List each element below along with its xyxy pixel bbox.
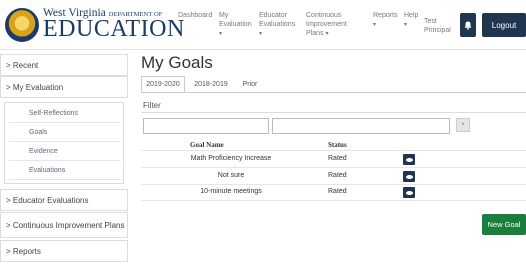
sidebar: > Recent > My Evaluation Self-Reflection…	[0, 50, 128, 266]
filter-divider	[141, 112, 526, 113]
filter-clear-button[interactable]: ×	[456, 118, 470, 132]
chevron-down-icon: ▾	[259, 31, 263, 37]
chevron-down-icon: ▾	[404, 22, 408, 28]
nav-continuous-improvement-plans[interactable]: Continuous Improvement Plans ▾	[306, 11, 354, 39]
status-cell: Rated	[328, 172, 347, 179]
logo-education-text: EDUCATION	[43, 16, 185, 42]
wv-education-logo[interactable]: West Virginia DEPARTMENT OF EDUCATION	[3, 4, 193, 46]
goal-name-cell: Not sure	[217, 172, 245, 179]
sidebar-item-evidence[interactable]: Evidence	[9, 143, 121, 161]
tab-2018-2019[interactable]: 2018-2019	[189, 76, 233, 93]
status-cell: Rated	[328, 188, 347, 195]
chevron-down-icon: ▾	[325, 31, 329, 37]
goal-name-filter-input[interactable]	[143, 118, 269, 134]
filter-label: Filter	[143, 101, 161, 110]
user-name[interactable]: Test Principal	[424, 17, 458, 35]
nav-educator-evaluations[interactable]: Educator Evaluations ▾	[259, 11, 295, 39]
chevron-down-icon: ▾	[219, 31, 223, 37]
view-goal-button[interactable]	[403, 154, 415, 165]
sidebar-item-self-reflections[interactable]: Self-Reflections	[9, 105, 121, 123]
eye-icon	[405, 190, 413, 195]
state-seal-icon	[5, 8, 39, 42]
sidebar-item-my-evaluation[interactable]: > My Evaluation	[0, 76, 128, 98]
nav-dashboard[interactable]: Dashboard	[178, 11, 212, 20]
bell-icon	[464, 21, 472, 30]
sidebar-item-recent[interactable]: > Recent	[0, 54, 128, 76]
sidebar-item-continuous-improvement-plans[interactable]: > Continuous Improvement Plans	[0, 212, 128, 238]
new-goal-button[interactable]: New Goal	[482, 214, 526, 235]
sidebar-item-educator-evaluations[interactable]: > Educator Evaluations	[0, 189, 128, 211]
nav-reports[interactable]: Reports ▾	[373, 11, 398, 30]
goal-name-cell: Math Proficiency Increase	[190, 155, 272, 162]
chevron-down-icon: ▾	[373, 22, 377, 28]
sidebar-item-reports[interactable]: > Reports	[0, 240, 128, 262]
sidebar-item-evaluations[interactable]: Evaluations	[9, 162, 121, 180]
table-row: Not sure Rated	[141, 169, 526, 185]
eye-icon	[405, 157, 413, 162]
notifications-button[interactable]	[460, 13, 476, 37]
status-cell: Rated	[328, 155, 347, 162]
view-goal-button[interactable]	[403, 171, 415, 182]
sidebar-item-goals[interactable]: Goals	[9, 124, 121, 142]
logout-button[interactable]: Logout	[482, 13, 526, 37]
tabs-divider	[141, 92, 526, 93]
tab-prior[interactable]: Prior	[237, 76, 263, 93]
my-evaluation-submenu: Self-Reflections Goals Evidence Evaluati…	[4, 102, 124, 184]
goal-name-cell: 10-minute meetings	[200, 188, 262, 195]
nav-help[interactable]: Help ▾	[404, 11, 418, 30]
view-goal-button[interactable]	[403, 187, 415, 198]
close-icon: ×	[461, 122, 465, 128]
table-row: 10-minute meetings Rated	[141, 185, 526, 201]
table-row: Math Proficiency Increase Rated	[141, 152, 526, 168]
nav-my-evaluation[interactable]: My Evaluation ▾	[219, 11, 252, 39]
tab-2019-2020[interactable]: 2019-2020	[141, 76, 185, 93]
header: West Virginia DEPARTMENT OF EDUCATION Da…	[0, 0, 526, 50]
status-filter-input[interactable]	[272, 118, 450, 134]
page-title: My Goals	[141, 53, 213, 72]
eye-icon	[405, 174, 413, 179]
table-header-row	[141, 138, 526, 151]
